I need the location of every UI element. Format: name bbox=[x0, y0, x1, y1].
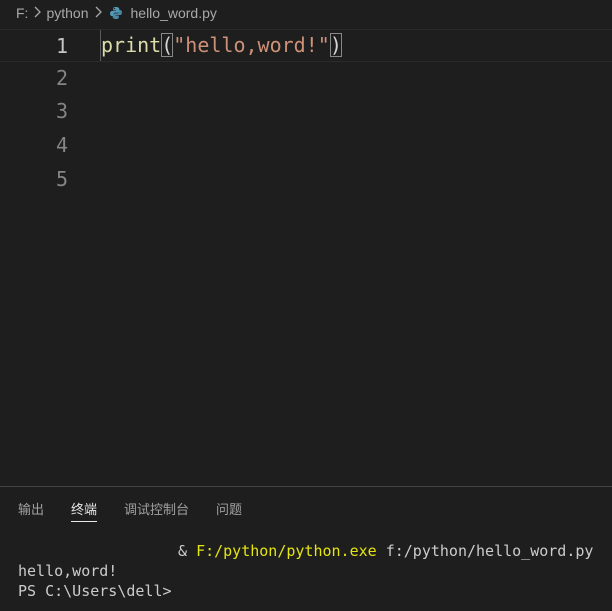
line-number: 4 bbox=[55, 133, 68, 157]
terminal-prompt[interactable]: PS C:\Users\dell> bbox=[18, 581, 608, 601]
code-line[interactable]: 2 bbox=[0, 62, 612, 95]
tab-terminal[interactable]: 终端 bbox=[71, 499, 98, 522]
breadcrumb-folder[interactable]: python bbox=[44, 5, 90, 21]
tab-problems[interactable]: 问题 bbox=[216, 499, 242, 522]
terminal-output: hello,word! bbox=[18, 562, 118, 580]
code-line[interactable]: 4 bbox=[0, 129, 612, 162]
code-line[interactable]: 5 bbox=[0, 163, 612, 196]
code-editor[interactable]: 1 print("hello,word!") 2 3 4 5 bbox=[0, 26, 612, 486]
code-line[interactable]: 1 print("hello,word!") bbox=[0, 29, 612, 62]
token-function: print bbox=[101, 33, 162, 57]
terminal[interactable]: & F:/python/python.exe f:/python/hello_w… bbox=[18, 541, 608, 601]
terminal-command: & F:/python/python.exe f:/python/hello_w… bbox=[18, 541, 608, 561]
chevron-right-icon bbox=[30, 5, 44, 22]
panel-tabs: 输出 终端 调试控制台 问题 bbox=[18, 499, 269, 522]
python-icon bbox=[109, 6, 123, 20]
breadcrumb: F: python hello_word.py bbox=[0, 0, 612, 26]
bottom-panel: 输出 终端 调试控制台 问题 & F:/python/python.exe f:… bbox=[0, 486, 612, 611]
line-number: 2 bbox=[55, 66, 68, 90]
code-line[interactable]: 3 bbox=[0, 95, 612, 128]
line-number: 1 bbox=[55, 34, 68, 58]
line-number: 3 bbox=[55, 99, 68, 123]
breadcrumb-drive[interactable]: F: bbox=[14, 5, 30, 21]
token-paren-open: ( bbox=[161, 33, 174, 57]
token-paren-close: ) bbox=[329, 33, 342, 57]
breadcrumb-file[interactable]: hello_word.py bbox=[129, 5, 219, 21]
code-text[interactable]: print("hello,word!") bbox=[101, 30, 342, 61]
token-string: "hello,word!" bbox=[173, 33, 330, 57]
command-prefix: & bbox=[178, 542, 197, 560]
line-number: 5 bbox=[55, 167, 68, 191]
command-exe: F:/python/python.exe bbox=[196, 542, 377, 560]
chevron-right-icon bbox=[91, 5, 105, 22]
tab-debug-console[interactable]: 调试控制台 bbox=[124, 499, 189, 522]
command-arg: f:/python/hello_word.py bbox=[376, 542, 594, 560]
tab-output[interactable]: 输出 bbox=[18, 499, 44, 522]
